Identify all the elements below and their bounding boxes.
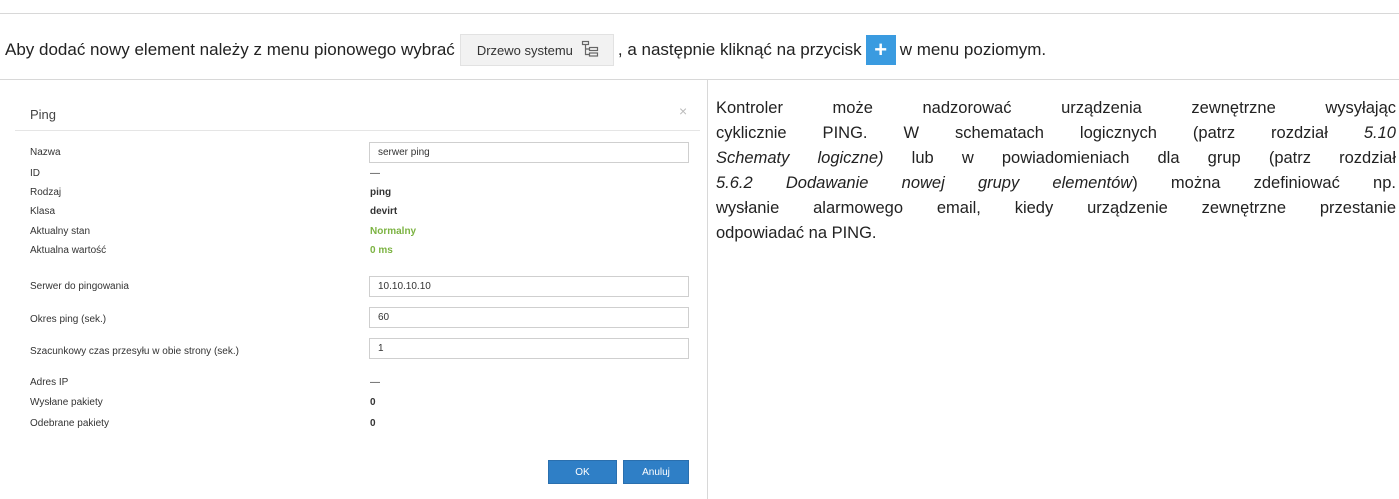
instruction-part3: w menu poziomym. [899, 40, 1047, 59]
label-rodzaj: Rodzaj [30, 187, 62, 198]
label-id: ID [30, 168, 40, 179]
description-paragraph: Kontroler może nadzorować urządzenia zew… [716, 96, 1396, 246]
value-klasa: devirt [370, 206, 398, 217]
label-odebrane-pakiety: Odebrane pakiety [30, 418, 109, 429]
value-rodzaj: ping [370, 187, 392, 198]
tree-icon [581, 40, 599, 61]
description-ref-5-10: 5.10 [1363, 124, 1396, 142]
frame-row-divider [0, 79, 1399, 80]
dialog-header-divider [15, 130, 700, 131]
label-klasa: Klasa [30, 206, 56, 217]
menu-item-drzewo-systemu[interactable]: Drzewo systemu [459, 34, 614, 66]
value-wyslane-pakiety: 0 [370, 397, 376, 408]
description-line-4: 5.6.2 Dodawanie nowej grupy elementów) m… [716, 171, 1396, 196]
dialog-title: Ping [30, 107, 57, 122]
description-line-2-text: cyklicznie PING. W schematach logicznych… [716, 124, 1328, 142]
description-line-4-text: ) można zdefiniować np. [1132, 174, 1396, 192]
description-ref-schematy: Schematy logiczne) [716, 149, 884, 167]
value-aktualny-stan: Normalny [370, 226, 417, 237]
label-aktualna-wartosc: Aktualna wartość [30, 245, 107, 256]
label-wyslane-pakiety: Wysłane pakiety [30, 397, 103, 408]
add-element-button[interactable]: + [865, 35, 896, 65]
frame-column-divider [707, 80, 708, 499]
label-adres-ip: Adres IP [30, 377, 69, 388]
ping-server-input[interactable]: 10.10.10.10 [369, 276, 689, 297]
value-id: — [370, 168, 380, 179]
label-serwer-do-pingowania: Serwer do pingowania [30, 281, 129, 292]
description-line-1: Kontroler może nadzorować urządzenia zew… [716, 99, 1396, 117]
label-szacunkowy-czas: Szacunkowy czas przesyłu w obie strony (… [30, 346, 239, 357]
label-nazwa: Nazwa [30, 147, 61, 158]
description-line-6: odpowiadać na PING. [716, 224, 877, 242]
cancel-button[interactable]: Anuluj [623, 460, 689, 484]
label-aktualny-stan: Aktualny stan [30, 226, 91, 237]
ok-button[interactable]: OK [548, 460, 617, 484]
ping-period-input[interactable]: 60 [369, 307, 689, 328]
close-icon[interactable]: × [679, 103, 687, 119]
description-ref-5-6-2: 5.6.2 Dodawanie nowej grupy elementów [716, 174, 1133, 192]
description-line-3: Schematy logiczne) lub w powiadomieniach… [716, 146, 1396, 171]
menu-item-label: Drzewo systemu [476, 42, 573, 58]
name-input[interactable]: serwer ping [369, 142, 689, 163]
description-line-3-text: lub w powiadomieniach dla grup (patrz ro… [911, 149, 1396, 167]
instruction-part2: , a następnie kliknąć na przycisk [617, 40, 862, 59]
value-odebrane-pakiety: 0 [370, 418, 376, 429]
instruction-part1: Aby dodać nowy element należy z menu pio… [5, 40, 455, 59]
value-adres-ip: — [370, 377, 380, 388]
value-aktualna-wartosc: 0 ms [370, 245, 393, 256]
label-okres-ping: Okres ping (sek.) [30, 314, 107, 325]
frame-top-border [0, 13, 1399, 14]
description-line-5: wysłanie alarmowego email, kiedy urządze… [716, 199, 1396, 217]
round-trip-time-input[interactable]: 1 [369, 338, 689, 359]
instruction-line: Aby dodać nowy element należy z menu pio… [5, 34, 1047, 66]
description-line-2: cyklicznie PING. W schematach logicznych… [716, 121, 1396, 146]
